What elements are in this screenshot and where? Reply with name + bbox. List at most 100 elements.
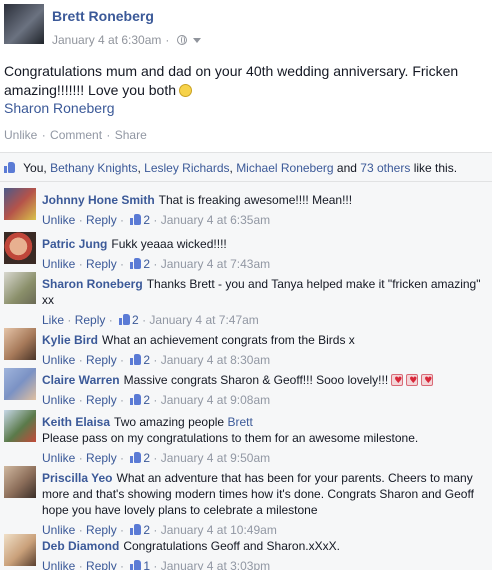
comment-actions: Unlike · Reply · 1 · January 4 at 3:03pm xyxy=(42,558,488,570)
comment-unlike-button[interactable]: Unlike xyxy=(42,213,75,227)
like-thumb-icon xyxy=(119,314,131,325)
commenter-name[interactable]: Claire Warren xyxy=(42,373,120,387)
comment-text: Congratulations Geoff and Sharon.xXxX. xyxy=(123,539,340,553)
like-thumb-icon xyxy=(130,214,142,225)
heart-icon xyxy=(421,373,434,389)
comment-reply-button[interactable]: Reply xyxy=(86,523,117,537)
heart-icon xyxy=(406,373,419,389)
comment-reply-button[interactable]: Reply xyxy=(86,257,117,271)
comments-list: Johnny Hone Smith That is freaking awesom… xyxy=(0,182,492,570)
comment-like-count[interactable]: 2 xyxy=(143,257,150,271)
comment-like-count[interactable]: 2 xyxy=(132,313,139,327)
unlike-button[interactable]: Unlike xyxy=(4,128,37,142)
comment-actions: Like · Reply · 2 · January 4 at 7:47am xyxy=(42,313,259,327)
comment-text-line-2: Please pass on my congratulations to the… xyxy=(42,431,419,445)
comment-text: That is freaking awesome!!!! Mean!!! xyxy=(158,193,353,207)
globe-icon[interactable] xyxy=(177,35,188,45)
smile-icon xyxy=(179,84,192,97)
commenter-avatar[interactable] xyxy=(4,232,36,264)
comment-text: What an achievement congrats from the Bi… xyxy=(102,333,355,347)
comment-like-button[interactable]: Like xyxy=(42,313,64,327)
comment-button[interactable]: Comment xyxy=(50,128,102,142)
comment-like-count[interactable]: 1 xyxy=(143,559,150,570)
likes-and: and xyxy=(336,161,357,175)
commenter-name[interactable]: Sharon Roneberg xyxy=(42,277,143,291)
comment-like-count[interactable]: 2 xyxy=(143,353,150,367)
post-text: Congratulations mum and dad on your 40th… xyxy=(4,62,488,100)
comment-unlike-button[interactable]: Unlike xyxy=(42,257,75,271)
comment-reply-button[interactable]: Reply xyxy=(86,451,117,465)
commenter-name[interactable]: Johnny Hone Smith xyxy=(42,193,155,207)
separator-dot: · xyxy=(41,128,46,142)
commenter-name[interactable]: Deb Diamond xyxy=(42,539,119,553)
like-thumb-icon xyxy=(130,560,142,570)
post-header: Brett Roneberg January 4 at 6:30am · xyxy=(4,4,488,48)
like-thumb-icon xyxy=(130,258,142,269)
commenter-avatar[interactable] xyxy=(4,272,36,304)
commenter-avatar[interactable] xyxy=(4,534,36,566)
author-avatar[interactable] xyxy=(4,4,44,44)
like-thumb-icon xyxy=(4,162,16,173)
commenter-name[interactable]: Priscilla Yeo xyxy=(42,471,113,485)
like-thumb-icon xyxy=(130,394,142,405)
comment-actions: Unlike · Reply · 2 · January 4 at 10:49a… xyxy=(42,523,277,537)
post-body: Congratulations mum and dad on your 40th… xyxy=(4,63,459,98)
comment-timestamp[interactable]: January 4 at 10:49am xyxy=(161,523,277,537)
comment-like-count[interactable]: 2 xyxy=(143,451,150,465)
commenter-name[interactable]: Patric Jung xyxy=(42,237,107,251)
comment-actions: Unlike · Reply · 2 · January 4 at 9:08am xyxy=(42,393,271,407)
comment-reply-button[interactable]: Reply xyxy=(86,213,117,227)
commenter-avatar[interactable] xyxy=(4,328,36,360)
tagged-person-link[interactable]: Sharon Roneberg xyxy=(4,100,115,116)
share-button[interactable]: Share xyxy=(115,128,147,142)
liker-link[interactable]: Bethany Knights xyxy=(50,161,137,175)
liker-link[interactable]: Michael Roneberg xyxy=(236,161,333,175)
comment-actions: Unlike · Reply · 2 · January 4 at 9:50am xyxy=(42,451,271,465)
post-actions: Unlike · Comment · Share xyxy=(4,128,147,142)
liker-link[interactable]: Lesley Richards xyxy=(144,161,229,175)
comment-text: Massive congrats Sharon & Geoff!!! Sooo … xyxy=(123,373,389,387)
comment-unlike-button[interactable]: Unlike xyxy=(42,451,75,465)
post-meta: January 4 at 6:30am · xyxy=(52,33,202,47)
commenter-avatar[interactable] xyxy=(4,188,36,220)
likes-you: You, xyxy=(23,161,47,175)
comment-reply-button[interactable]: Reply xyxy=(86,393,117,407)
comment-like-count[interactable]: 2 xyxy=(143,393,150,407)
commenter-avatar[interactable] xyxy=(4,368,36,400)
chevron-down-icon[interactable] xyxy=(193,37,202,43)
comment-timestamp[interactable]: January 4 at 8:30am xyxy=(161,353,270,367)
author-name[interactable]: Brett Roneberg xyxy=(52,8,154,24)
comment-reply-button[interactable]: Reply xyxy=(75,313,106,327)
comment-reply-button[interactable]: Reply xyxy=(86,353,117,367)
like-thumb-icon xyxy=(130,524,142,535)
commenter-avatar[interactable] xyxy=(4,410,36,442)
comment-timestamp[interactable]: January 4 at 7:47am xyxy=(149,313,258,327)
post-timestamp[interactable]: January 4 at 6:30am xyxy=(52,33,161,47)
comment-like-count[interactable]: 2 xyxy=(143,213,150,227)
comment-text: Fukk yeaaa wicked!!!! xyxy=(111,237,227,251)
commenter-name[interactable]: Kylie Bird xyxy=(42,333,98,347)
likes-summary: You, Bethany Knights, Lesley Richards, M… xyxy=(0,152,492,182)
separator-dot: · xyxy=(106,128,111,142)
commenter-name[interactable]: Keith Elaisa xyxy=(42,415,110,429)
comment-unlike-button[interactable]: Unlike xyxy=(42,393,75,407)
comment-timestamp[interactable]: January 4 at 3:03pm xyxy=(161,559,270,570)
like-thumb-icon xyxy=(130,354,142,365)
comment-unlike-button[interactable]: Unlike xyxy=(42,353,75,367)
likes-others-link[interactable]: 73 others xyxy=(360,161,410,175)
comment-like-count[interactable]: 2 xyxy=(143,523,150,537)
comment-timestamp[interactable]: January 4 at 9:50am xyxy=(161,451,270,465)
commenter-avatar[interactable] xyxy=(4,466,36,498)
comment-actions: Unlike · Reply · 2 · January 4 at 7:43am xyxy=(42,257,271,271)
comment-timestamp[interactable]: January 4 at 9:08am xyxy=(161,393,270,407)
comment-actions: Unlike · Reply · 2 · January 4 at 8:30am xyxy=(42,353,271,367)
heart-icon xyxy=(391,373,404,389)
comment-actions: Unlike · Reply · 2 · January 4 at 6:35am xyxy=(42,213,271,227)
comment-timestamp[interactable]: January 4 at 7:43am xyxy=(161,257,270,271)
comment-tag-link[interactable]: Brett xyxy=(227,415,252,429)
comment-unlike-button[interactable]: Unlike xyxy=(42,523,75,537)
post-meta-dot: · xyxy=(165,33,170,47)
comment-unlike-button[interactable]: Unlike xyxy=(42,559,75,570)
comment-timestamp[interactable]: January 4 at 6:35am xyxy=(161,213,270,227)
comment-reply-button[interactable]: Reply xyxy=(86,559,117,570)
